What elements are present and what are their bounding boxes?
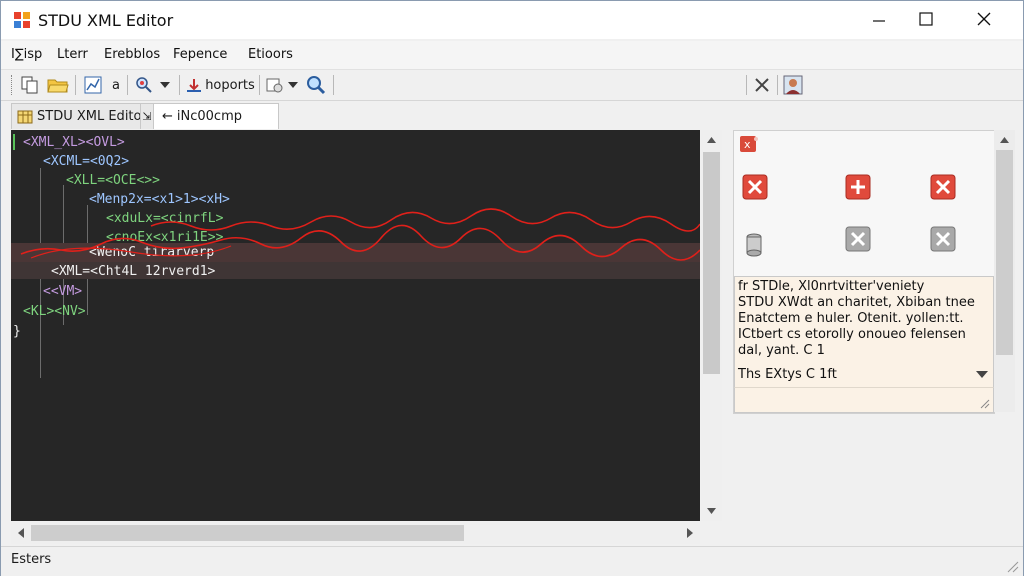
tab-stdu-xml-editor[interactable]: STDU XML Edito — [11, 103, 146, 129]
editor-horizontal-scrollbar[interactable] — [11, 522, 700, 544]
imports-icon — [187, 79, 202, 92]
close-gray-icon — [845, 226, 871, 252]
close-gray-icon — [930, 226, 956, 252]
app-icon — [13, 11, 31, 29]
horizontal-scroll-thumb[interactable] — [31, 525, 464, 541]
open-folder-icon — [47, 79, 69, 93]
vertical-scroll-thumb[interactable] — [703, 152, 720, 374]
scroll-up-icon[interactable] — [701, 133, 722, 147]
copy-button[interactable] — [18, 73, 42, 97]
filter-icon — [266, 78, 283, 93]
tab-active[interactable]: ← iNc00cmp — [153, 103, 279, 129]
grid-icon — [17, 110, 33, 123]
tab-scroll-icon: ⇲ — [142, 110, 152, 123]
scroll-right-icon[interactable] — [683, 522, 697, 544]
scroll-left-icon[interactable] — [14, 522, 28, 544]
user-icon — [783, 75, 803, 95]
delete-icon — [930, 174, 956, 200]
search-button[interactable] — [132, 73, 156, 97]
zoom-icon — [307, 76, 326, 95]
back-arrow-icon: ← — [162, 109, 173, 124]
close-icon — [977, 12, 991, 26]
scroll-up-icon[interactable] — [994, 133, 1015, 147]
user-button[interactable] — [781, 73, 805, 97]
zoom-button[interactable] — [304, 73, 328, 97]
menu-item-5[interactable]: Etioors — [248, 47, 293, 62]
dropdown-arrow-icon — [288, 82, 298, 88]
svg-text:x: x — [744, 138, 751, 151]
toolbar-label[interactable]: a — [109, 73, 123, 97]
scroll-down-icon[interactable] — [701, 504, 722, 518]
toolbar-grip[interactable] — [11, 75, 15, 95]
toolbar: a hoports — [1, 70, 1023, 101]
pin-icon — [755, 78, 769, 92]
info-line-5: dal, yant. C 1 — [738, 343, 825, 358]
tab-label: iNc00cmp — [176, 109, 242, 124]
resize-grip-icon[interactable] — [980, 399, 990, 409]
status-text: Esters — [11, 552, 52, 567]
delete-button-2[interactable] — [929, 173, 957, 201]
copy-icon — [21, 76, 38, 94]
search-icon — [136, 77, 152, 93]
database-button[interactable] — [740, 231, 768, 259]
chart-button[interactable] — [81, 73, 105, 97]
info-line-3: Enatctem e huler. Otenit. yollen:tt. — [738, 311, 964, 326]
pin-button[interactable] — [751, 73, 773, 97]
info-line-4: ICtbert cs etorolly onoueo felensen — [738, 327, 966, 342]
status-bar: Esters — [1, 546, 1023, 576]
info-footer-bar — [734, 387, 994, 413]
error-squiggle — [20, 208, 700, 261]
code-editor[interactable]: <XML_XL><OVL> <XCML=<0Q2> <XLL=<OCE<>> <… — [11, 130, 700, 521]
window-title: STDU XML Editor — [38, 11, 174, 30]
filter-dropdown[interactable] — [286, 73, 300, 97]
title-bar[interactable]: STDU XML Editor — [1, 1, 1023, 39]
panel-vertical-scrollbar[interactable] — [994, 130, 1015, 412]
info-dropdown-icon[interactable] — [975, 369, 989, 379]
tab-strip: STDU XML Edito ⇲ ← iNc00cmp — [1, 101, 1023, 129]
dropdown-arrow-icon — [160, 82, 170, 88]
chart-icon — [84, 76, 102, 94]
menu-bar: I∑isp Lterr Erebblos Fepence Etioors — [1, 41, 1023, 70]
info-line-2: STDU XWdt an charitet, Xbiban tnee — [738, 295, 975, 310]
close-button[interactable] — [961, 1, 1007, 37]
maximize-button[interactable] — [903, 1, 949, 37]
minimize-button[interactable] — [856, 1, 902, 37]
add-button[interactable] — [844, 173, 872, 201]
filter-button[interactable] — [264, 73, 286, 97]
maximize-icon — [919, 12, 933, 26]
open-button[interactable] — [45, 73, 71, 97]
menu-item-4[interactable]: Fepence — [173, 47, 227, 62]
imports-label: hoports — [205, 77, 255, 93]
error-badge-icon: x — [740, 136, 758, 152]
close-gray-button-2[interactable] — [929, 225, 957, 253]
delete-button-1[interactable] — [741, 173, 769, 201]
minimize-icon — [873, 20, 885, 22]
menu-item-2[interactable]: Lterr — [57, 47, 88, 62]
database-icon — [746, 233, 762, 257]
search-dropdown[interactable] — [158, 73, 172, 97]
tab-scroll-button[interactable]: ⇲ — [140, 103, 154, 129]
app-window: STDU XML Editor I∑isp Lterr Erebblos Fep… — [0, 0, 1024, 576]
info-text-box[interactable]: fr STDle, Xl0nrtvitter'veniety STDU XWdt… — [734, 276, 994, 388]
panel-scroll-thumb[interactable] — [996, 150, 1013, 355]
delete-icon — [742, 174, 768, 200]
add-icon — [845, 174, 871, 200]
imports-button[interactable]: hoports — [185, 73, 255, 97]
menu-item-1[interactable]: I∑isp — [11, 47, 42, 62]
editor-vertical-scrollbar[interactable] — [701, 130, 722, 521]
error-badge[interactable]: x — [738, 133, 760, 155]
close-gray-button-1[interactable] — [844, 225, 872, 253]
tab-label: STDU XML Edito — [37, 109, 142, 124]
info-footer-text: Ths EXtys C 1ft — [738, 367, 837, 382]
info-line-1: fr STDle, Xl0nrtvitter'veniety — [738, 279, 925, 294]
menu-item-3[interactable]: Erebblos — [104, 47, 160, 62]
size-grip-icon[interactable] — [1007, 561, 1019, 573]
